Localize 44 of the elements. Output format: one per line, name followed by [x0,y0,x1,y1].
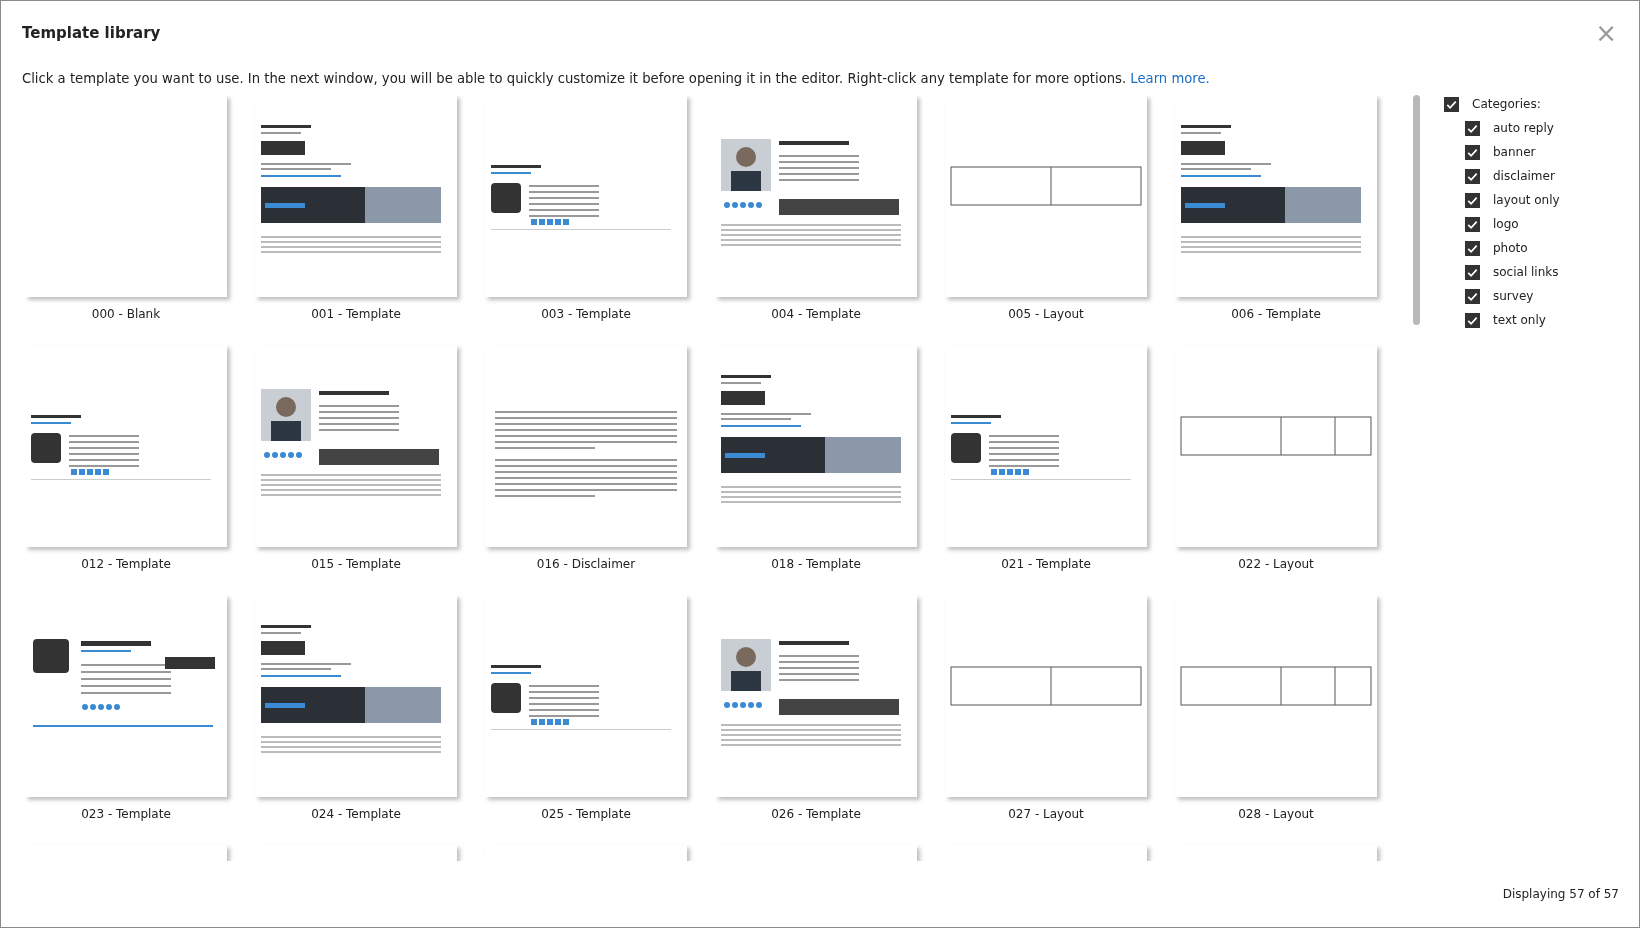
category-label: auto reply [1493,121,1554,135]
template-name: 026 - Template [771,807,861,821]
close-button[interactable]: × [1591,20,1621,46]
checkbox[interactable] [1465,168,1480,184]
checkbox[interactable] [1465,312,1480,328]
checkbox[interactable] [1465,264,1480,280]
template-name: 024 - Template [311,807,401,821]
category-label: survey [1493,289,1534,303]
template-name: 028 - Layout [1238,807,1314,821]
category-label: layout only [1493,193,1560,207]
template-name: 027 - Layout [1008,807,1084,821]
learn-more-link[interactable]: Learn more. [1130,71,1210,86]
template-name: 006 - Template [1231,307,1321,321]
category-label: social links [1493,265,1559,279]
checkbox[interactable] [1465,216,1480,232]
template-name: 021 - Template [1001,557,1091,571]
window-title: Template library [22,24,161,42]
category-label: banner [1493,145,1536,159]
template-name: 025 - Template [541,807,631,821]
categories-label: Categories: [1472,97,1541,111]
category-label: disclaimer [1493,169,1555,183]
template-name: 018 - Template [771,557,861,571]
scrollbar[interactable] [1413,95,1420,325]
checkbox[interactable] [1465,240,1480,256]
template-name: 016 - Disclaimer [536,557,636,571]
template-name: 015 - Template [311,557,401,571]
checkbox[interactable] [1465,288,1480,304]
checkbox[interactable] [1444,96,1459,112]
category-label: logo [1493,217,1519,231]
checkbox[interactable] [1465,192,1480,208]
checkbox[interactable] [1465,120,1480,136]
template-name: 003 - Template [541,307,631,321]
template-name: 004 - Template [771,307,861,321]
status-text: Displaying 57 of 57 [1502,887,1619,901]
template-name: 023 - Template [81,807,171,821]
template-name: 000 - Blank [91,307,161,321]
template-name: 012 - Template [81,557,171,571]
instructions-text: Click a template you want to use. In the next window, you will be able to quickly customize it before opening it in the editor. Right-click any template for more options. Learn more. [22,71,1211,86]
category-label: photo [1493,241,1528,255]
template-name: 005 - Layout [1008,307,1084,321]
template-name: 001 - Template [311,307,401,321]
category-label: text only [1493,313,1546,327]
checkbox[interactable] [1465,144,1480,160]
template-name: 022 - Layout [1238,557,1314,571]
